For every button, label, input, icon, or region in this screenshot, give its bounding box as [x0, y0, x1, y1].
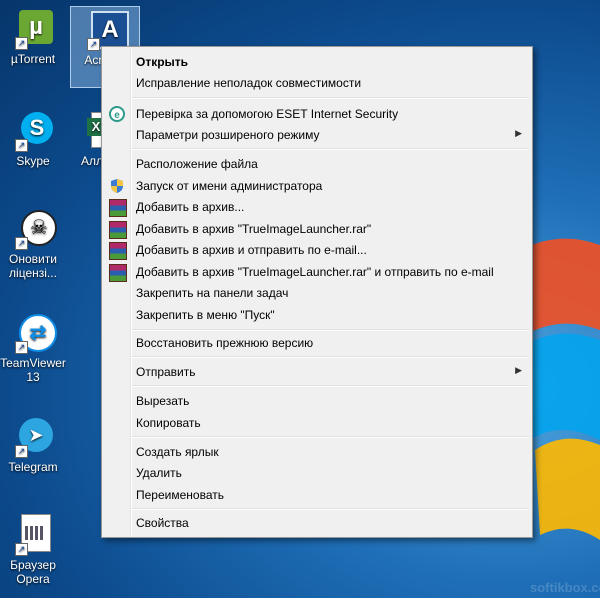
submenu-arrow-icon: ▶: [515, 365, 522, 375]
acronis-icon: A ↗: [81, 7, 129, 51]
menu-item-rename[interactable]: Переименовать: [104, 484, 530, 505]
menu-item-pin-taskbar[interactable]: Закрепить на панели задач: [104, 282, 530, 303]
menu-separator: [132, 385, 529, 387]
desktop-icon-activator[interactable]: ☠ ↗ Оновити ліцензі...: [0, 206, 66, 280]
desktop-icon-label: TeamViewer 13: [0, 356, 66, 384]
shortcut-arrow-icon: ↗: [15, 543, 28, 556]
winrar-icon: [109, 199, 127, 217]
shortcut-arrow-icon: ↗: [87, 38, 100, 51]
utorrent-icon: µ ↗: [9, 6, 57, 50]
eset-icon: e: [109, 106, 125, 122]
shortcut-arrow-icon: ↗: [15, 37, 28, 50]
menu-item-restore-previous[interactable]: Восстановить прежнюю версию: [104, 332, 530, 353]
menu-separator: [132, 436, 529, 438]
shortcut-arrow-icon: ↗: [15, 237, 28, 250]
winrar-icon: [109, 264, 127, 282]
desktop-icon-label: Браузер Opera: [10, 558, 56, 586]
menu-item-run-as-admin[interactable]: Запуск от имени администратора: [104, 175, 530, 196]
skype-icon: S ↗: [9, 108, 57, 152]
watermark: softikbox.com: [530, 580, 600, 595]
menu-separator: [132, 97, 529, 99]
shortcut-arrow-icon: ↗: [15, 139, 28, 152]
menu-item-copy[interactable]: Копировать: [104, 412, 530, 433]
desktop-icon-label: µTorrent: [10, 52, 56, 66]
menu-item-eset-scan[interactable]: e Перевірка за допомогою ESET Internet S…: [104, 103, 530, 124]
desktop-icon-telegram[interactable]: ➤ ↗ Telegram: [0, 414, 66, 474]
menu-item-archive-and-email[interactable]: Добавить в архив и отправить по e-mail..…: [104, 239, 530, 260]
menu-separator: [132, 148, 529, 150]
desktop-icon-skype[interactable]: S ↗ Skype: [0, 108, 66, 168]
desktop-icon-teamviewer[interactable]: ⇄ ↗ TeamViewer 13: [0, 310, 66, 384]
menu-item-delete[interactable]: Удалить: [104, 462, 530, 483]
uac-shield-icon: [109, 178, 125, 194]
shortcut-arrow-icon: ↗: [15, 341, 28, 354]
winrar-icon: [109, 221, 127, 239]
submenu-arrow-icon: ▶: [515, 128, 522, 138]
menu-item-file-location[interactable]: Расположение файла: [104, 153, 530, 174]
menu-item-send-to[interactable]: Отправить ▶: [104, 361, 530, 382]
desktop-icon-label: Telegram: [8, 460, 58, 474]
skull-icon: ☠ ↗: [9, 206, 57, 250]
menu-item-troubleshoot-compatibility[interactable]: Исправление неполадок совместимости: [104, 72, 530, 93]
menu-item-cut[interactable]: Вырезать: [104, 390, 530, 411]
desktop-icon-label: Оновити ліцензі...: [9, 252, 57, 280]
menu-item-properties[interactable]: Свойства: [104, 512, 530, 533]
menu-item-rar-and-email[interactable]: Добавить в архив "TrueImageLauncher.rar"…: [104, 261, 530, 282]
menu-item-pin-start[interactable]: Закрепить в меню "Пуск": [104, 304, 530, 325]
svg-text:e: e: [114, 110, 120, 121]
desktop-icon-opera[interactable]: ↗ Браузер Opera: [0, 512, 66, 586]
menu-item-add-to-archive[interactable]: Добавить в архив...: [104, 196, 530, 217]
menu-item-open[interactable]: Открыть: [104, 51, 530, 72]
telegram-icon: ➤ ↗: [9, 414, 57, 458]
desktop-icon-utorrent[interactable]: µ ↗ µTorrent: [0, 6, 66, 66]
menu-item-eset-advanced[interactable]: Параметри розширеного режиму ▶: [104, 124, 530, 145]
teamviewer-icon: ⇄ ↗: [9, 310, 57, 354]
menu-separator: [132, 356, 529, 358]
shortcut-arrow-icon: ↗: [15, 445, 28, 458]
desktop-icon-label: Skype: [16, 154, 50, 168]
winrar-icon: [109, 242, 127, 260]
file-icon: ↗: [9, 512, 57, 556]
menu-separator: [132, 508, 529, 510]
menu-item-add-to-rar[interactable]: Добавить в архив "TrueImageLauncher.rar": [104, 218, 530, 239]
menu-item-create-shortcut[interactable]: Создать ярлык: [104, 441, 530, 462]
menu-separator: [132, 329, 529, 331]
context-menu: Открыть Исправление неполадок совместимо…: [101, 46, 533, 538]
